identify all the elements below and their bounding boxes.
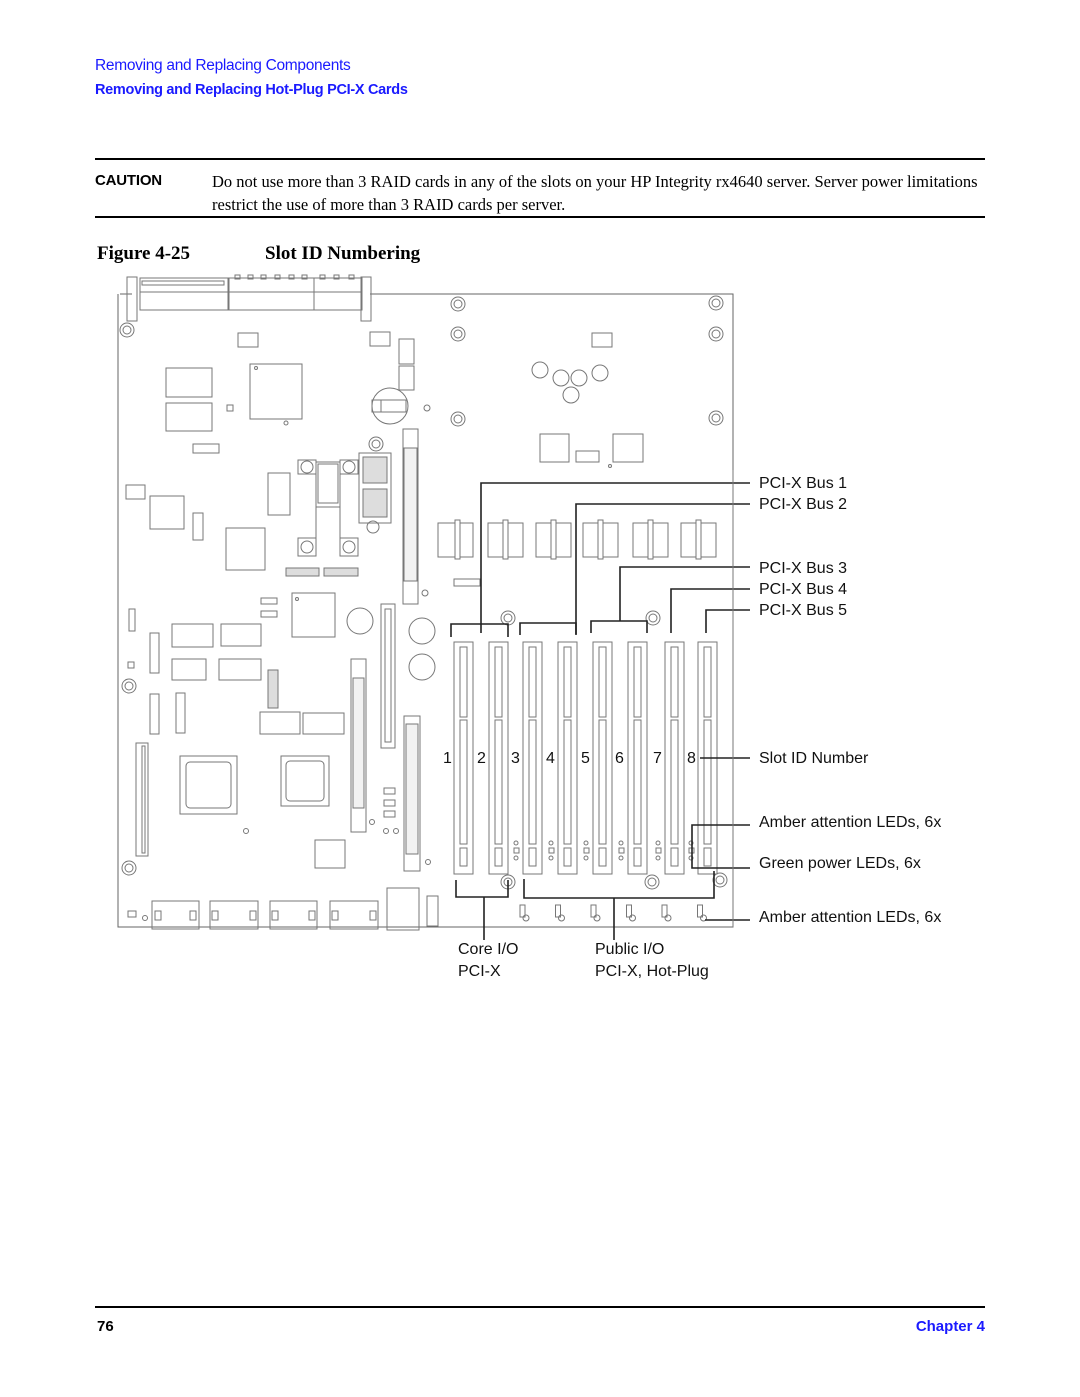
public-io-bracket — [523, 871, 715, 940]
pci-slot-6 — [618, 641, 648, 922]
core-io-label-line2: PCI-X — [458, 963, 501, 980]
mounting-holes — [119, 295, 728, 890]
public-io-label-line1: Public I/O — [595, 941, 664, 958]
slot-number-3: 3 — [511, 750, 520, 767]
bus4-leader — [670, 588, 750, 633]
slot-number-6: 6 — [615, 750, 624, 767]
bus5-leader — [705, 609, 750, 633]
slot-number-5: 5 — [581, 750, 590, 767]
bus-label-2: PCI-X Bus 2 — [759, 496, 847, 513]
bus-connectors — [437, 519, 717, 560]
slot-number-2: 2 — [477, 750, 486, 767]
bus-label-1: PCI-X Bus 1 — [759, 475, 847, 492]
pci-slot-3 — [513, 641, 543, 922]
page-number: 76 — [97, 1318, 114, 1335]
public-io-label-line2: PCI-X, Hot-Plug — [595, 963, 709, 980]
slot-number-7: 7 — [653, 750, 662, 767]
core-io-label-line1: Core I/O — [458, 941, 518, 958]
pci-slot-1 — [453, 641, 474, 875]
slot-number-4: 4 — [546, 750, 555, 767]
core-io-bracket — [455, 880, 509, 940]
callout-slot-id: Slot ID Number — [759, 750, 869, 767]
bus-label-3: PCI-X Bus 3 — [759, 560, 847, 577]
pci-slot-7 — [655, 641, 685, 922]
bus-label-5: PCI-X Bus 5 — [759, 602, 847, 619]
bus3-leader — [619, 566, 750, 621]
bus-label-4: PCI-X Bus 4 — [759, 581, 847, 598]
callout-amber-leds-1: Amber attention LEDs, 6x — [759, 814, 941, 831]
footer-rule — [95, 1306, 985, 1308]
callout-green-leds: Green power LEDs, 6x — [759, 855, 921, 872]
slot-number-1: 1 — [443, 750, 452, 767]
pci-slot-5 — [583, 641, 613, 922]
pci-slots — [453, 641, 718, 922]
pci-slot-4 — [548, 641, 578, 922]
slot-id-diagram: PCI-X Bus 1 PCI-X Bus 2 PCI-X Bus 3 PCI-… — [117, 274, 941, 980]
callout-amber-leds-2: Amber attention LEDs, 6x — [759, 909, 941, 926]
slot-number-8: 8 — [687, 750, 696, 767]
chapter-link[interactable]: Chapter 4 — [916, 1318, 985, 1335]
amber-leds-1-leader — [691, 824, 750, 869]
pci-slot-2 — [488, 641, 509, 875]
